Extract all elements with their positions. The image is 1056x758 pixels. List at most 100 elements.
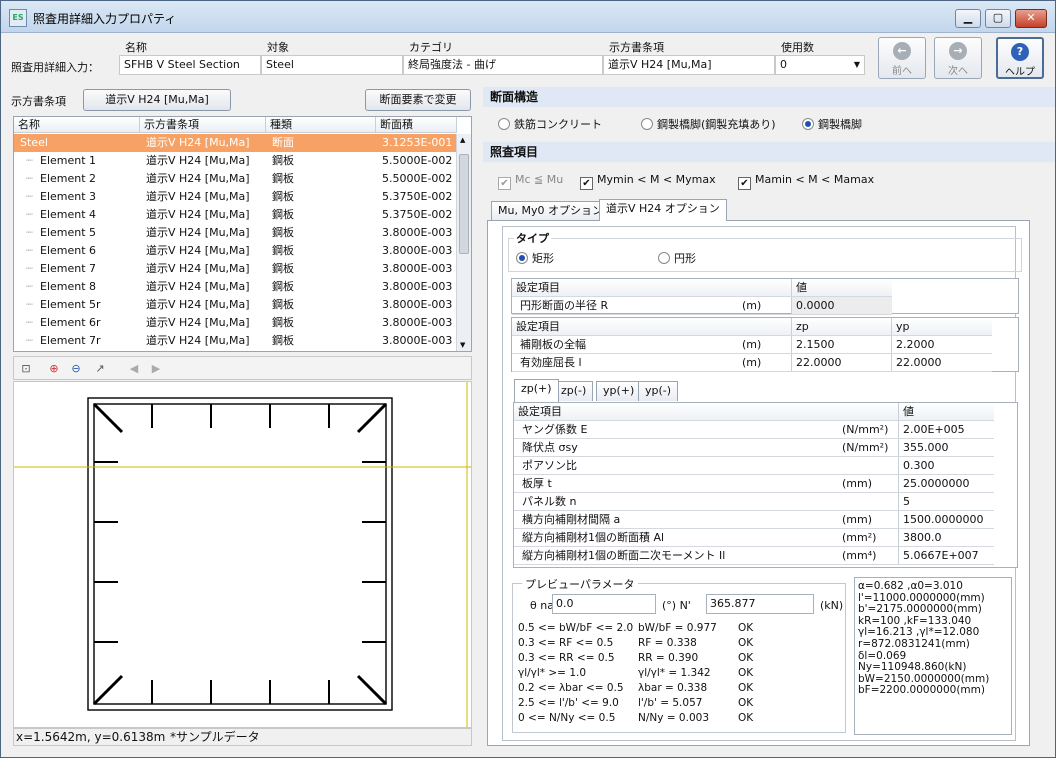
table-row[interactable]: Element 4 道示V H24 [Mu,Ma] 鋼板 5.3750E-002 ┈ (14, 206, 457, 224)
tab-mu-my0-options[interactable]: Mu, My0 オプション (491, 201, 610, 221)
grid-cell-clause: 道示V H24 [Mu,Ma] (146, 316, 250, 329)
table-row[interactable]: Element 5 道示V H24 [Mu,Ma] 鋼板 3.8000E-003 ┈ (14, 224, 457, 242)
table-row[interactable]: Element 7 道示V H24 [Mu,Ma] 鋼板 3.8000E-003 ┈ (14, 260, 457, 278)
check-mc-mu-label: Mc ≦ Mu (515, 173, 564, 186)
type-option-rect[interactable]: 矩形 (516, 252, 554, 266)
zoom-out-icon[interactable]: ⊖ (68, 361, 84, 377)
result-line: r=872.0831241(mm) (858, 637, 970, 650)
change-by-element-button[interactable]: 断面要素で変更 (365, 89, 471, 111)
type-option-rect-label: 矩形 (532, 252, 554, 265)
tree-line-icon: ┈ (26, 226, 33, 239)
grid-cell-kind: 鋼板 (272, 226, 294, 239)
pan-arrow-icon[interactable]: ↗ (92, 361, 108, 377)
t3-label: 横方向補剛材間隔 a (522, 513, 621, 526)
redo-view-icon[interactable]: ▶ (148, 361, 164, 377)
structure-option-steel[interactable]: 鋼製橋脚 (802, 118, 862, 132)
table-row[interactable]: Element 2 道示V H24 [Mu,Ma] 鋼板 5.5000E-002 ┈ (14, 170, 457, 188)
inner-plate-outline (93, 403, 387, 705)
type-option-circle[interactable]: 円形 (658, 252, 696, 266)
grid-cell-clause: 道示V H24 [Mu,Ma] (146, 208, 250, 221)
grid-cell-kind: 鋼板 (272, 208, 294, 221)
t2-label: 補剛板の全幅 (520, 338, 586, 351)
subtab-zp-plus[interactable]: zp(+) (514, 379, 559, 402)
grid-cell-kind: 鋼板 (272, 280, 294, 293)
table-row[interactable]: Element 7r 道示V H24 [Mu,Ma] 鋼板 3.8000E-003 ┈ (14, 332, 457, 350)
grid-cell-name: Steel (20, 136, 48, 149)
checkbox-ma: ✔ (738, 177, 751, 190)
structure-option-filled[interactable]: 鋼製橋脚(鋼製充填あり) (641, 118, 776, 132)
section-canvas[interactable] (13, 381, 472, 728)
maximize-button[interactable]: ▢ (985, 9, 1011, 28)
check-mc-mu[interactable]: ✔ Mc ≦ Mu (498, 173, 563, 190)
clause-button[interactable]: 道示V H24 [Mu,Ma] (83, 89, 231, 111)
window-title: 照査用詳細入力プロパティ (33, 12, 177, 26)
n-input[interactable]: 365.877 (706, 594, 814, 614)
check-my-label: Mymin < M < Mymax (597, 173, 716, 186)
t3-value[interactable]: 1500.0000000 (898, 511, 994, 528)
table-row[interactable]: Steel 道示V H24 [Mu,Ma] 断面 3.1253E-001 (14, 134, 457, 152)
tab-h24-options[interactable]: 道示V H24 オプション (599, 199, 727, 221)
prev-label: 前へ (892, 66, 912, 77)
grid-header-clause[interactable]: 示方書条項 (140, 117, 266, 133)
subtab-yp-plus[interactable]: yp(+) (596, 381, 642, 401)
scroll-thumb[interactable] (459, 154, 469, 254)
grid-cell-area: 3.8000E-003 (382, 280, 453, 293)
t3-value[interactable]: 25.0000000 (898, 475, 994, 492)
count-select[interactable]: 0 ▼ (775, 55, 865, 75)
t2-yp-value[interactable]: 22.0000 (891, 354, 992, 371)
help-button[interactable]: ? ヘルプ (996, 37, 1044, 79)
undo-view-icon[interactable]: ◀ (126, 361, 142, 377)
prev-button[interactable]: ← 前へ (878, 37, 926, 79)
header-row-label: 照査用詳細入力： (11, 61, 99, 74)
element-grid: 名称 示方書条項 種類 断面積 Steel 道示V H24 [Mu,Ma] 断面 3.… (13, 116, 472, 352)
structure-option-rc[interactable]: 鉄筋コンクリート (498, 118, 602, 132)
close-button[interactable]: ✕ (1015, 9, 1047, 28)
t3-value[interactable]: 3800.0 (898, 529, 994, 546)
grid-scrollbar[interactable]: ▲ ▼ (456, 134, 471, 351)
subtab-zp-minus[interactable]: zp(-) (554, 381, 594, 401)
t3-value[interactable]: 5.0667E+007 (898, 547, 994, 564)
table-row[interactable]: Element 3 道示V H24 [Mu,Ma] 鋼板 5.3750E-002 ┈ (14, 188, 457, 206)
clause-label: 示方書条項 (11, 95, 66, 108)
grid-header-area[interactable]: 断面積 (376, 117, 457, 133)
tree-line-icon: ┈ (26, 334, 33, 347)
zoom-window-icon[interactable]: ⊕ (46, 361, 62, 377)
condition-cond: 0.5 <= bW/bF <= 2.0 (518, 622, 634, 634)
subtab-yp-minus[interactable]: yp(-) (638, 381, 679, 401)
minimize-button[interactable]: ▁ (955, 9, 981, 28)
t2-yp-value[interactable]: 2.2000 (891, 336, 992, 353)
grid-header-kind[interactable]: 種類 (266, 117, 376, 133)
view-toolbar: ⊡ ⊕ ⊖ ↗ ◀ ▶ (13, 356, 472, 380)
check-my[interactable]: ✔ Mymin < M < Mymax (580, 173, 716, 190)
check-ma[interactable]: ✔ Mamin < M < Mamax (738, 173, 874, 190)
t3-value[interactable]: 5 (898, 493, 994, 510)
t3-value[interactable]: 2.00E+005 (898, 421, 994, 438)
t2-unit: (m) (742, 338, 762, 351)
table-row[interactable]: Element 6 道示V H24 [Mu,Ma] 鋼板 3.8000E-003 ┈ (14, 242, 457, 260)
table-row[interactable]: Element 1 道示V H24 [Mu,Ma] 鋼板 5.5000E-002 ┈ (14, 152, 457, 170)
corner-stiffener (92, 674, 124, 706)
t3-value[interactable]: 0.300 (898, 457, 994, 474)
table-row[interactable]: Element 6r 道示V H24 [Mu,Ma] 鋼板 3.8000E-003 ┈ (14, 314, 457, 332)
theta-input[interactable]: 0.0 (552, 594, 656, 614)
radius-value[interactable]: 0.0000 (791, 297, 892, 314)
grid-cell-clause: 道示V H24 [Mu,Ma] (146, 262, 250, 275)
table-row[interactable]: Element 8 道示V H24 [Mu,Ma] 鋼板 3.8000E-003 ┈ (14, 278, 457, 296)
next-button[interactable]: → 次へ (934, 37, 982, 79)
preview-title: プレビューパラメータ (522, 576, 638, 592)
grid-cell-kind: 鋼板 (272, 190, 294, 203)
grid-cell-area: 5.3750E-002 (382, 190, 453, 203)
scroll-up-icon[interactable]: ▲ (460, 136, 465, 144)
t2-zp-value[interactable]: 2.1500 (791, 336, 891, 353)
fit-view-icon[interactable]: ⊡ (18, 361, 34, 377)
grid-cell-name: Element 4 (40, 208, 97, 221)
n-unit: (kN) (820, 599, 844, 612)
t2-zp-value[interactable]: 22.0000 (791, 354, 891, 371)
t3-value[interactable]: 355.000 (898, 439, 994, 456)
material-table: 設定項目 値 ヤング係数 E (N/mm²) 2.00E+005 降伏点 σsy … (513, 402, 1018, 568)
grid-cell-area: 3.8000E-003 (382, 334, 453, 347)
scroll-down-icon[interactable]: ▼ (460, 341, 465, 349)
table-row[interactable]: Element 5r 道示V H24 [Mu,Ma] 鋼板 3.8000E-003 ┈ (14, 296, 457, 314)
grid-header-name[interactable]: 名称 (14, 117, 140, 133)
grid-cell-clause: 道示V H24 [Mu,Ma] (146, 244, 250, 257)
